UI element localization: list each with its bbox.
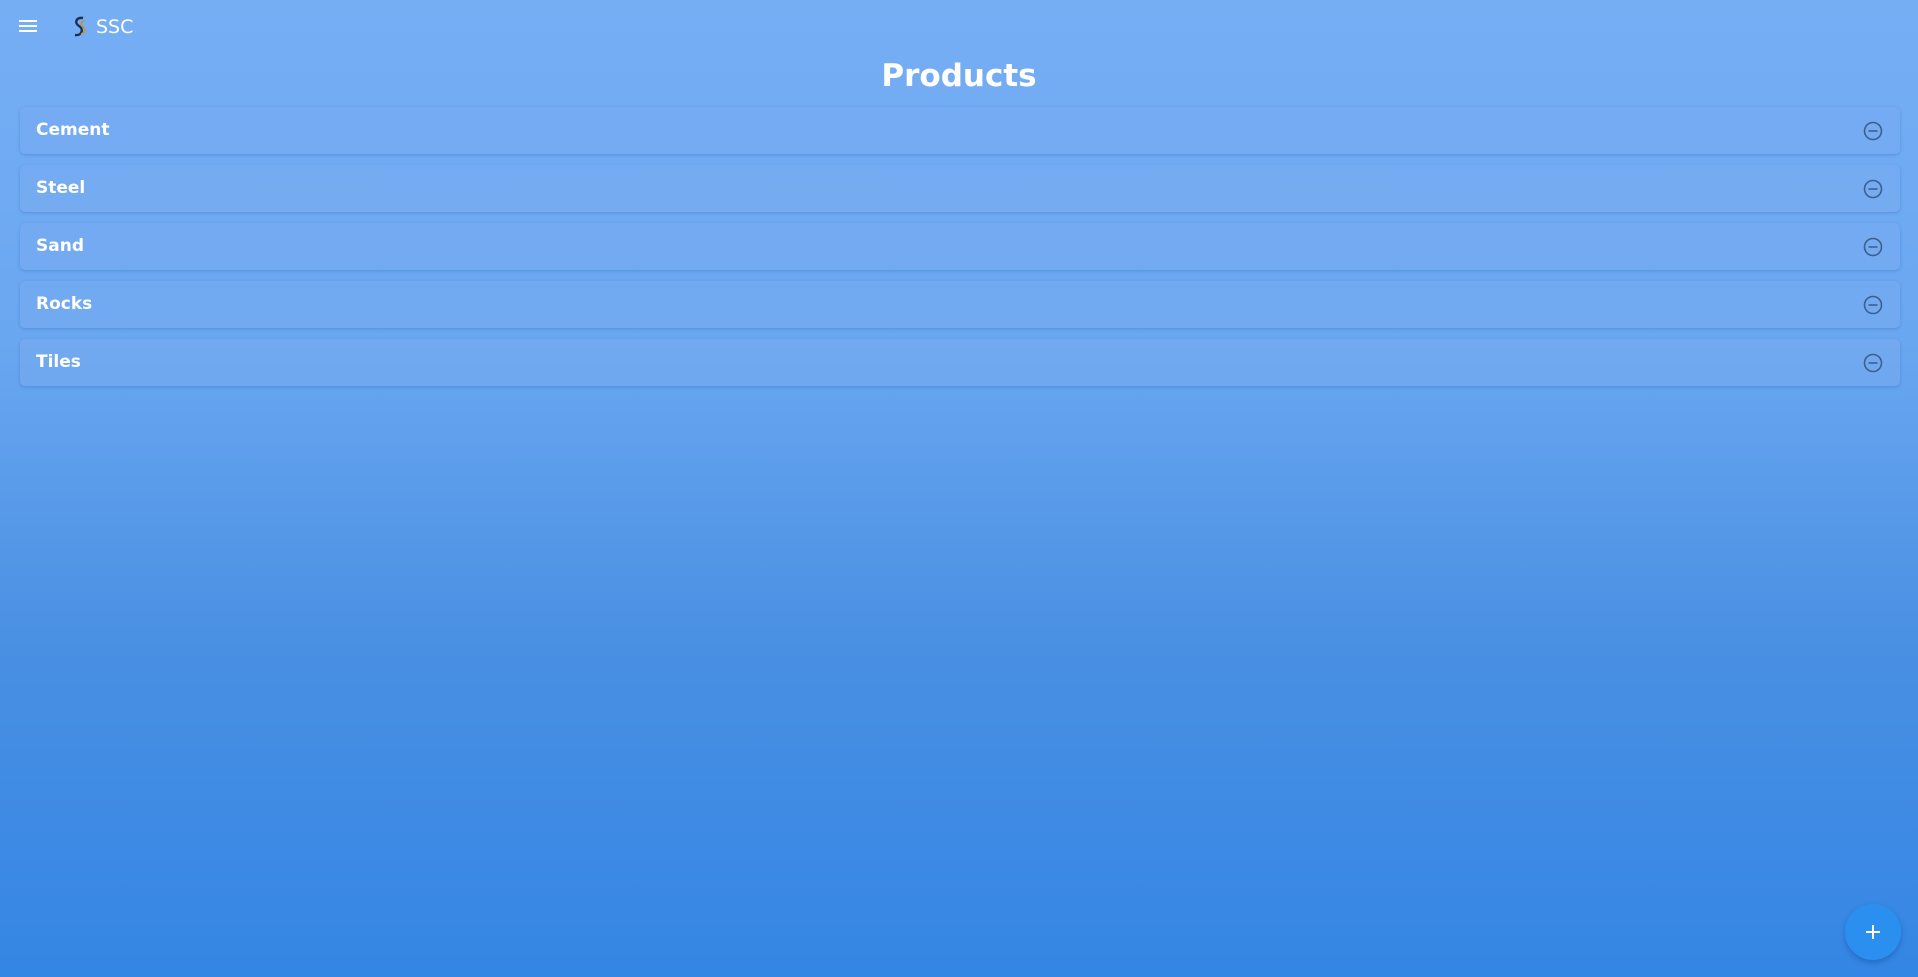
- remove-product-button[interactable]: [1862, 178, 1884, 200]
- product-item-tiles[interactable]: Tiles: [20, 339, 1900, 386]
- product-label: Tiles: [36, 352, 81, 372]
- product-label: Cement: [36, 120, 110, 140]
- remove-product-button[interactable]: [1862, 236, 1884, 258]
- plus-icon: [1866, 925, 1880, 939]
- menu-icon: [19, 20, 37, 32]
- add-product-button[interactable]: [1845, 904, 1901, 960]
- minus-circle-icon: [1863, 295, 1883, 315]
- product-label: Steel: [36, 178, 86, 198]
- minus-circle-icon: [1863, 121, 1883, 141]
- product-label: Sand: [36, 236, 84, 256]
- brand[interactable]: SSC: [70, 14, 133, 40]
- product-list: Cement Steel Sand Rocks Tiles: [20, 107, 1900, 397]
- remove-product-button[interactable]: [1862, 352, 1884, 374]
- menu-button[interactable]: [16, 14, 40, 38]
- top-bar: SSC: [0, 0, 1918, 56]
- minus-circle-icon: [1863, 353, 1883, 373]
- product-item-rocks[interactable]: Rocks: [20, 281, 1900, 328]
- product-item-sand[interactable]: Sand: [20, 223, 1900, 270]
- minus-circle-icon: [1863, 179, 1883, 199]
- remove-product-button[interactable]: [1862, 120, 1884, 142]
- product-label: Rocks: [36, 294, 93, 314]
- brand-name: SSC: [96, 16, 134, 38]
- brand-logo: [74, 16, 86, 37]
- page-title: Products: [881, 58, 1037, 94]
- remove-product-button[interactable]: [1862, 294, 1884, 316]
- minus-circle-icon: [1863, 237, 1883, 257]
- product-item-steel[interactable]: Steel: [20, 165, 1900, 212]
- product-item-cement[interactable]: Cement: [20, 107, 1900, 154]
